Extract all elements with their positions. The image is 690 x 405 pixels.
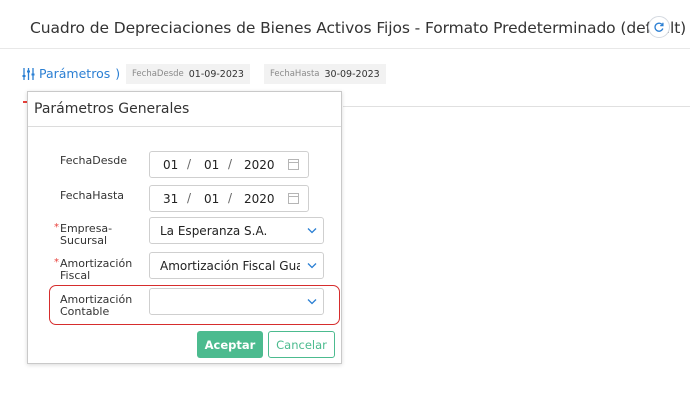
- calendar-icon[interactable]: [288, 159, 299, 170]
- label-line-2: Contable: [60, 305, 110, 318]
- chip-key: FechaHasta: [270, 69, 320, 79]
- sliders-icon: [22, 67, 35, 80]
- parameters-label: Parámetros: [39, 66, 111, 81]
- chip-key: FechaDesde: [132, 69, 184, 79]
- date-separator: /: [187, 157, 192, 171]
- fecha-desde-label: FechaDesde: [60, 154, 127, 167]
- cancel-button[interactable]: Cancelar: [268, 331, 335, 358]
- empresa-sucursal-select[interactable]: La Esperanza S.A.: [149, 217, 324, 244]
- header-divider: [0, 48, 690, 49]
- parameters-toggle[interactable]: Parámetros ): [22, 66, 120, 81]
- accept-button[interactable]: Aceptar: [197, 331, 263, 358]
- chip-fecha-hasta: FechaHasta 30-09-2023: [264, 64, 386, 84]
- required-asterisk: *: [54, 257, 59, 268]
- refresh-icon: [654, 22, 664, 32]
- parameters-suffix: ): [115, 66, 121, 81]
- chevron-down-icon: [307, 263, 317, 269]
- amortizacion-fiscal-select[interactable]: Amortización Fiscal Gua: [149, 252, 324, 279]
- amortizacion-contable-select[interactable]: [149, 288, 324, 315]
- date-day[interactable]: 31: [163, 192, 178, 206]
- page-title: Cuadro de Depreciaciones de Bienes Activ…: [30, 19, 687, 37]
- date-year[interactable]: 2020: [244, 158, 275, 172]
- date-month[interactable]: 01: [204, 158, 219, 172]
- chevron-down-icon: [307, 228, 317, 234]
- fecha-hasta-input[interactable]: 31 / 01 / 2020: [149, 185, 309, 212]
- fecha-hasta-label: FechaHasta: [60, 189, 125, 202]
- popover-title: Parámetros Generales: [28, 92, 341, 127]
- date-year[interactable]: 2020: [244, 192, 275, 206]
- chip-value: 01-09-2023: [188, 68, 244, 80]
- required-asterisk: *: [54, 222, 59, 233]
- date-separator: /: [228, 191, 233, 205]
- chip-value: 30-09-2023: [324, 68, 380, 80]
- date-separator: /: [228, 157, 233, 171]
- fecha-desde-input[interactable]: 01 / 01 / 2020: [149, 151, 309, 178]
- label-line-2: Fiscal: [60, 269, 91, 282]
- chip-fecha-desde: FechaDesde 01-09-2023: [126, 64, 250, 84]
- date-day[interactable]: 01: [163, 158, 178, 172]
- empresa-sucursal-label: * Empresa- Sucursal: [54, 222, 112, 247]
- date-month[interactable]: 01: [204, 192, 219, 206]
- refresh-button[interactable]: [648, 16, 670, 38]
- amortizacion-contable-label: Amortización Contable: [60, 294, 132, 318]
- calendar-icon[interactable]: [288, 193, 299, 204]
- parameters-popover: Parámetros Generales FechaDesde 01 / 01 …: [27, 91, 342, 364]
- content-divider: [343, 106, 690, 107]
- date-separator: /: [187, 191, 192, 205]
- amortizacion-fiscal-label: * Amortización Fiscal: [54, 257, 132, 282]
- label-line-2: Sucursal: [60, 234, 108, 247]
- select-value: Amortización Fiscal Gua: [160, 259, 300, 273]
- select-value: La Esperanza S.A.: [160, 224, 268, 238]
- chevron-down-icon: [307, 299, 317, 305]
